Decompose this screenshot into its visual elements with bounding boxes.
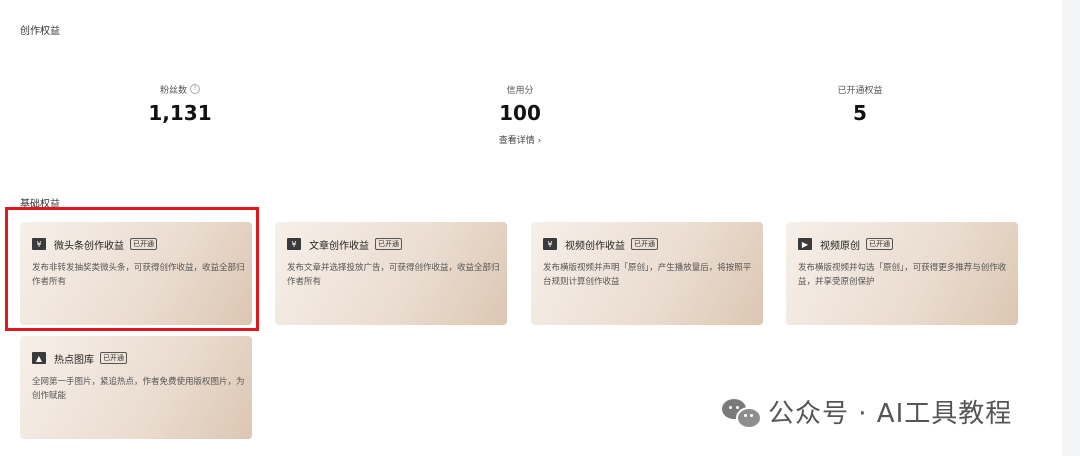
help-icon[interactable]: ? [190,84,200,94]
stat-enabled-benefits: 已开通权益 5 [760,82,960,126]
stat-followers: 粉丝数 ? 1,131 [80,82,280,125]
stat-value: 5 [853,101,867,125]
status-badge: 已开通 [375,238,402,250]
wechat-icon [722,397,762,429]
stat-label: 已开通权益 [837,85,883,96]
watermark-text: 公众号 · AI工具教程 [768,399,1013,429]
stat-label: 信用分 [506,85,534,96]
benefit-card-weitoutiao-revenue[interactable]: ¥ 微头条创作收益 已开通 发布非转发抽奖类微头条，可获得创作收益，收益全部归作… [20,222,252,325]
card-title: 视频创作收益 [565,240,625,252]
benefit-card-video-revenue[interactable]: ¥ 视频创作收益 已开通 发布横版视频并声明「原创」，产生播放量后，将按照平台规… [531,222,763,325]
stat-value: 1,131 [148,101,212,125]
card-description: 发布非转发抽奖类微头条，可获得创作收益，收益全部归作者所有 [32,263,245,287]
status-badge: 已开通 [866,238,893,250]
stat-label: 粉丝数 [159,85,187,96]
benefit-card-article-revenue[interactable]: ¥ 文章创作收益 已开通 发布文章并选择投放广告，可获得创作收益，收益全部归作者… [275,222,507,325]
yen-icon: ¥ [32,238,46,250]
card-title: 文章创作收益 [309,240,369,252]
stat-value: 100 [499,101,541,125]
tv-yen-icon: ¥ [543,238,557,250]
watermark: 公众号 · AI工具教程 [722,393,1012,430]
card-title: 热点图库 [54,354,94,366]
card-description: 全网第一手图片，紧追热点，作者免费使用版权图片，为创作赋能 [32,377,245,401]
view-details-link[interactable]: 查看详情 › [420,133,620,146]
card-title: 视频原创 [820,240,860,252]
subsection-title: 基础权益 [20,199,60,210]
status-badge: 已开通 [100,352,127,364]
yen-icon: ¥ [287,238,301,250]
section-title: 创作权益 [20,26,60,37]
stat-credit-score: 信用分 100 查看详情 › [420,82,620,147]
content-panel: 创作权益 粉丝数 ? 1,131 信用分 100 查看详情 › 已开通权益 5 … [0,0,1062,456]
card-description: 发布横版视频并声明「原创」，产生播放量后，将按照平台规则计算创作收益 [543,263,752,287]
status-badge: 已开通 [631,238,658,250]
benefit-card-video-original[interactable]: ▶ 视频原创 已开通 发布横版视频并勾选「原创」，可获得更多推荐与创作收益，并享… [786,222,1018,325]
video-camera-icon: ▶ [798,238,812,250]
benefit-card-hot-image-library[interactable]: ▲ 热点图库 已开通 全网第一手图片，紧追热点，作者免费使用版权图片，为创作赋能 [20,336,252,439]
card-description: 发布横版视频并勾选「原创」，可获得更多推荐与创作收益，并享受原创保护 [798,263,1007,287]
card-description: 发布文章并选择投放广告，可获得创作收益，收益全部归作者所有 [287,263,500,287]
card-title: 微头条创作收益 [54,240,124,252]
image-icon: ▲ [32,352,46,364]
status-badge: 已开通 [130,238,157,250]
